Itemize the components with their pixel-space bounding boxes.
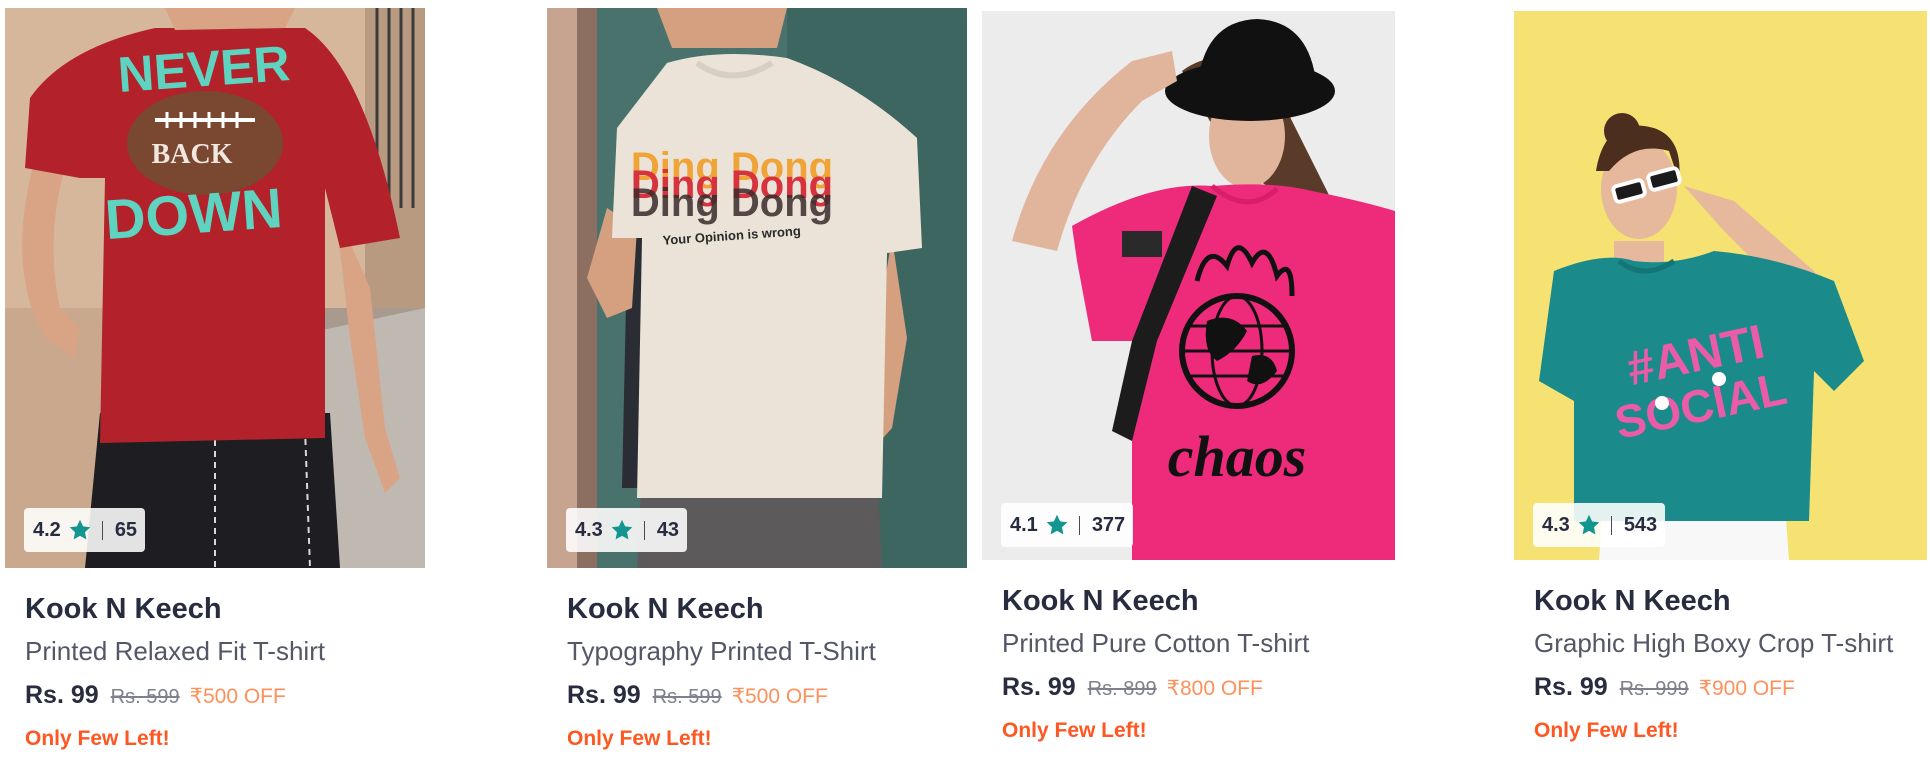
- product-image[interactable]: NEVER BACK DOWN: [5, 8, 425, 568]
- product-name: Printed Pure Cotton T-shirt: [1002, 628, 1310, 658]
- product-info: Kook N Keech Graphic High Boxy Crop T-sh…: [1534, 585, 1894, 742]
- rating-badge: 4.3 43: [566, 508, 688, 552]
- product-brand: Kook N Keech: [1534, 585, 1731, 617]
- rating-badge: 4.2 65: [24, 508, 146, 552]
- product-card[interactable]: Ding Dong Ding Dong Ding Dong Your Opini…: [547, 8, 967, 758]
- price-row: Rs. 99 Rs. 599 ₹500 OFF: [567, 683, 876, 708]
- svg-text:BACK: BACK: [152, 139, 233, 170]
- star-icon: [69, 519, 91, 540]
- rating-divider: [1078, 515, 1080, 535]
- product-info: Kook N Keech Printed Relaxed Fit T-shirt…: [25, 593, 326, 750]
- svg-text:DOWN: DOWN: [103, 176, 284, 251]
- stock-alert: Only Few Left!: [1534, 719, 1679, 742]
- product-discount: ₹500 OFF: [189, 685, 286, 708]
- stock-alert: Only Few Left!: [1002, 719, 1147, 742]
- svg-text:NEVER: NEVER: [116, 35, 292, 103]
- rating-badge: 4.3 543: [1533, 503, 1666, 547]
- product-mrp: Rs. 999: [1619, 678, 1689, 700]
- rating-count: 65: [114, 518, 138, 541]
- product-image[interactable]: Ding Dong Ding Dong Ding Dong Your Opini…: [547, 8, 967, 568]
- stock-alert: Only Few Left!: [567, 727, 712, 750]
- product-brand: Kook N Keech: [25, 593, 222, 625]
- product-mrp: Rs. 599: [110, 686, 180, 708]
- product-mrp: Rs. 599: [652, 686, 722, 708]
- star-icon: [611, 519, 633, 540]
- rating-value: 4.2: [33, 518, 61, 541]
- product-mrp: Rs. 899: [1087, 678, 1157, 700]
- rating-divider: [643, 520, 645, 540]
- star-icon: [1578, 514, 1600, 535]
- product-name: Typography Printed T-Shirt: [567, 636, 876, 666]
- rating-divider: [101, 520, 103, 540]
- price-row: Rs. 99 Rs. 999 ₹900 OFF: [1534, 675, 1893, 700]
- product-info: Kook N Keech Typography Printed T-Shirt …: [567, 593, 876, 750]
- product-discount: ₹800 OFF: [1166, 677, 1263, 700]
- product-brand: Kook N Keech: [1002, 585, 1199, 617]
- rating-value: 4.1: [1010, 513, 1038, 536]
- product-price: Rs. 99: [1002, 673, 1076, 701]
- price-row: Rs. 99 Rs. 899 ₹800 OFF: [1002, 675, 1309, 700]
- product-card[interactable]: chaos 4.1 377 Kook N Keech Printed Pure …: [982, 11, 1395, 751]
- price-row: Rs. 99 Rs. 599 ₹500 OFF: [25, 683, 325, 708]
- product-info: Kook N Keech Printed Pure Cotton T-shirt…: [1002, 585, 1310, 742]
- product-image[interactable]: #ANTI SOCIAL: [1514, 11, 1927, 560]
- product-brand: Kook N Keech: [567, 593, 764, 625]
- star-icon: [1046, 514, 1068, 535]
- svg-text:chaos: chaos: [1168, 424, 1307, 489]
- product-name: Printed Relaxed Fit T-shirt: [25, 636, 326, 666]
- product-discount: ₹900 OFF: [1698, 677, 1795, 700]
- rating-count: 377: [1091, 513, 1126, 536]
- product-image[interactable]: chaos: [982, 11, 1395, 560]
- rating-count: 43: [656, 518, 680, 541]
- rating-value: 4.3: [1542, 513, 1570, 536]
- product-name: Graphic High Boxy Crop T-shirt: [1534, 628, 1894, 658]
- product-card[interactable]: #ANTI SOCIAL 4.3 543 Kook N Keech Graphi…: [1514, 11, 1927, 751]
- rating-value: 4.3: [575, 518, 603, 541]
- stock-alert: Only Few Left!: [25, 727, 170, 750]
- rating-divider: [1610, 515, 1612, 535]
- svg-text:Ding Dong: Ding Dong: [631, 181, 833, 225]
- product-price: Rs. 99: [25, 681, 99, 709]
- product-discount: ₹500 OFF: [731, 685, 828, 708]
- product-price: Rs. 99: [567, 681, 641, 709]
- rating-badge: 4.1 377: [1001, 503, 1134, 547]
- rating-count: 543: [1623, 513, 1658, 536]
- product-price: Rs. 99: [1534, 673, 1608, 701]
- product-card[interactable]: NEVER BACK DOWN 4.2 65 Kook N Keech Prin…: [5, 8, 425, 758]
